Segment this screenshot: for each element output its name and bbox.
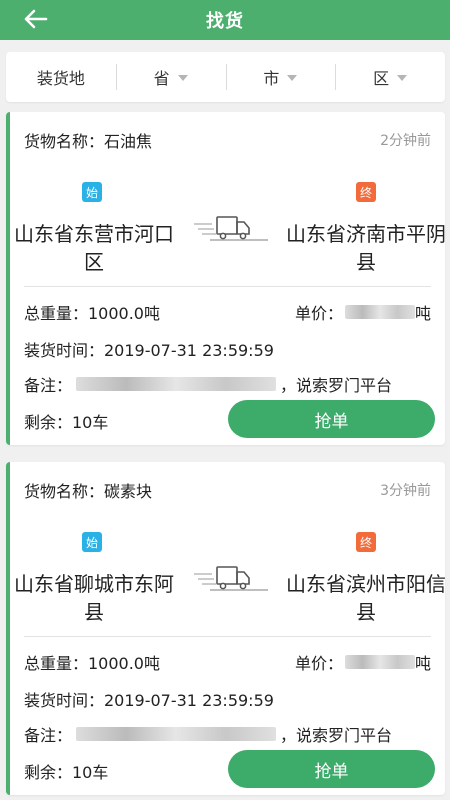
- weight-price-row: 总重量：1000.0吨 单价： 吨: [24, 650, 431, 674]
- goods-header: 货物名称：石油焦 2分钟前: [24, 128, 431, 152]
- loading-time: 装货时间：2019-07-31 23:59:59: [24, 691, 274, 710]
- note-row: 备注： ，说索罗门平台: [24, 372, 431, 396]
- origin-city: 山东省聊城市东阿县: [14, 572, 174, 624]
- filter-province[interactable]: 省: [115, 52, 226, 102]
- filter-loading-place-label: 装货地: [36, 69, 85, 88]
- start-badge: 始: [82, 532, 102, 552]
- time-ago: 2分钟前: [380, 133, 431, 149]
- remaining-count: 剩余：10车: [24, 763, 109, 782]
- filter-city-label: 市: [263, 69, 280, 88]
- top-bar: 找货: [0, 0, 450, 40]
- unit-price: 单价： 吨: [295, 650, 431, 674]
- origin-city: 山东省东营市河口区: [14, 222, 174, 274]
- blurred-price: [344, 655, 415, 669]
- loading-time-row: 装货时间：2019-07-31 23:59:59: [24, 687, 431, 711]
- goods-card[interactable]: 货物名称：碳素块 3分钟前 始 终 山东省聊城市东阿县 山东省滨州市阳信县 总重…: [6, 462, 446, 795]
- page-title: 找货: [206, 11, 244, 32]
- start-badge: 始: [82, 182, 102, 202]
- end-badge: 终: [356, 182, 376, 202]
- chevron-down-icon: [177, 75, 188, 81]
- unit-price: 单价： 吨: [295, 300, 431, 324]
- goods-header: 货物名称：碳素块 3分钟前: [24, 478, 431, 502]
- end-badge: 终: [356, 532, 376, 552]
- truck-icon: [194, 566, 268, 591]
- weight-price-row: 总重量：1000.0吨 单价： 吨: [24, 300, 431, 324]
- filter-loading-place[interactable]: 装货地: [6, 52, 116, 102]
- truck-icon: [194, 216, 268, 241]
- destination-city: 山东省滨州市阳信县: [286, 572, 446, 624]
- blurred-note: [76, 377, 277, 391]
- grab-order-button[interactable]: 抢单: [228, 400, 435, 438]
- goods-name: 货物名称：碳素块: [24, 482, 153, 501]
- destination-city: 山东省济南市平阴县: [286, 222, 446, 274]
- goods-card[interactable]: 货物名称：石油焦 2分钟前 始 终 山东省东营市河口区 山东省济南市平阴县 总重…: [6, 112, 446, 445]
- total-weight: 总重量：1000.0吨: [24, 304, 160, 323]
- note-tail: ，说索罗门平台: [280, 726, 393, 745]
- chevron-down-icon: [287, 75, 298, 81]
- filter-bar: 装货地 省 市 区: [6, 52, 445, 102]
- total-weight: 总重量：1000.0吨: [24, 654, 160, 673]
- remaining-count: 剩余：10车: [24, 413, 109, 432]
- note-label: 备注：: [24, 376, 73, 395]
- time-ago: 3分钟前: [380, 483, 431, 499]
- filter-province-label: 省: [153, 69, 170, 88]
- filter-district-label: 区: [373, 69, 390, 88]
- note-row: 备注： ，说索罗门平台: [24, 722, 431, 746]
- goods-name: 货物名称：石油焦: [24, 132, 153, 151]
- back-arrow-icon[interactable]: [22, 8, 48, 30]
- chevron-down-icon: [397, 75, 408, 81]
- price-unit: 吨: [414, 304, 431, 323]
- grab-order-button[interactable]: 抢单: [228, 750, 435, 788]
- blurred-note: [76, 727, 277, 741]
- blurred-price: [344, 305, 415, 319]
- price-label: 单价：: [294, 654, 343, 673]
- filter-district[interactable]: 区: [335, 52, 445, 102]
- note-label: 备注：: [24, 726, 73, 745]
- price-label: 单价：: [294, 304, 343, 323]
- loading-time-row: 装货时间：2019-07-31 23:59:59: [24, 337, 431, 361]
- price-unit: 吨: [414, 654, 431, 673]
- divider: [24, 636, 431, 637]
- divider: [24, 286, 431, 287]
- filter-city[interactable]: 市: [225, 52, 336, 102]
- note-tail: ，说索罗门平台: [280, 376, 393, 395]
- loading-time: 装货时间：2019-07-31 23:59:59: [24, 341, 274, 360]
